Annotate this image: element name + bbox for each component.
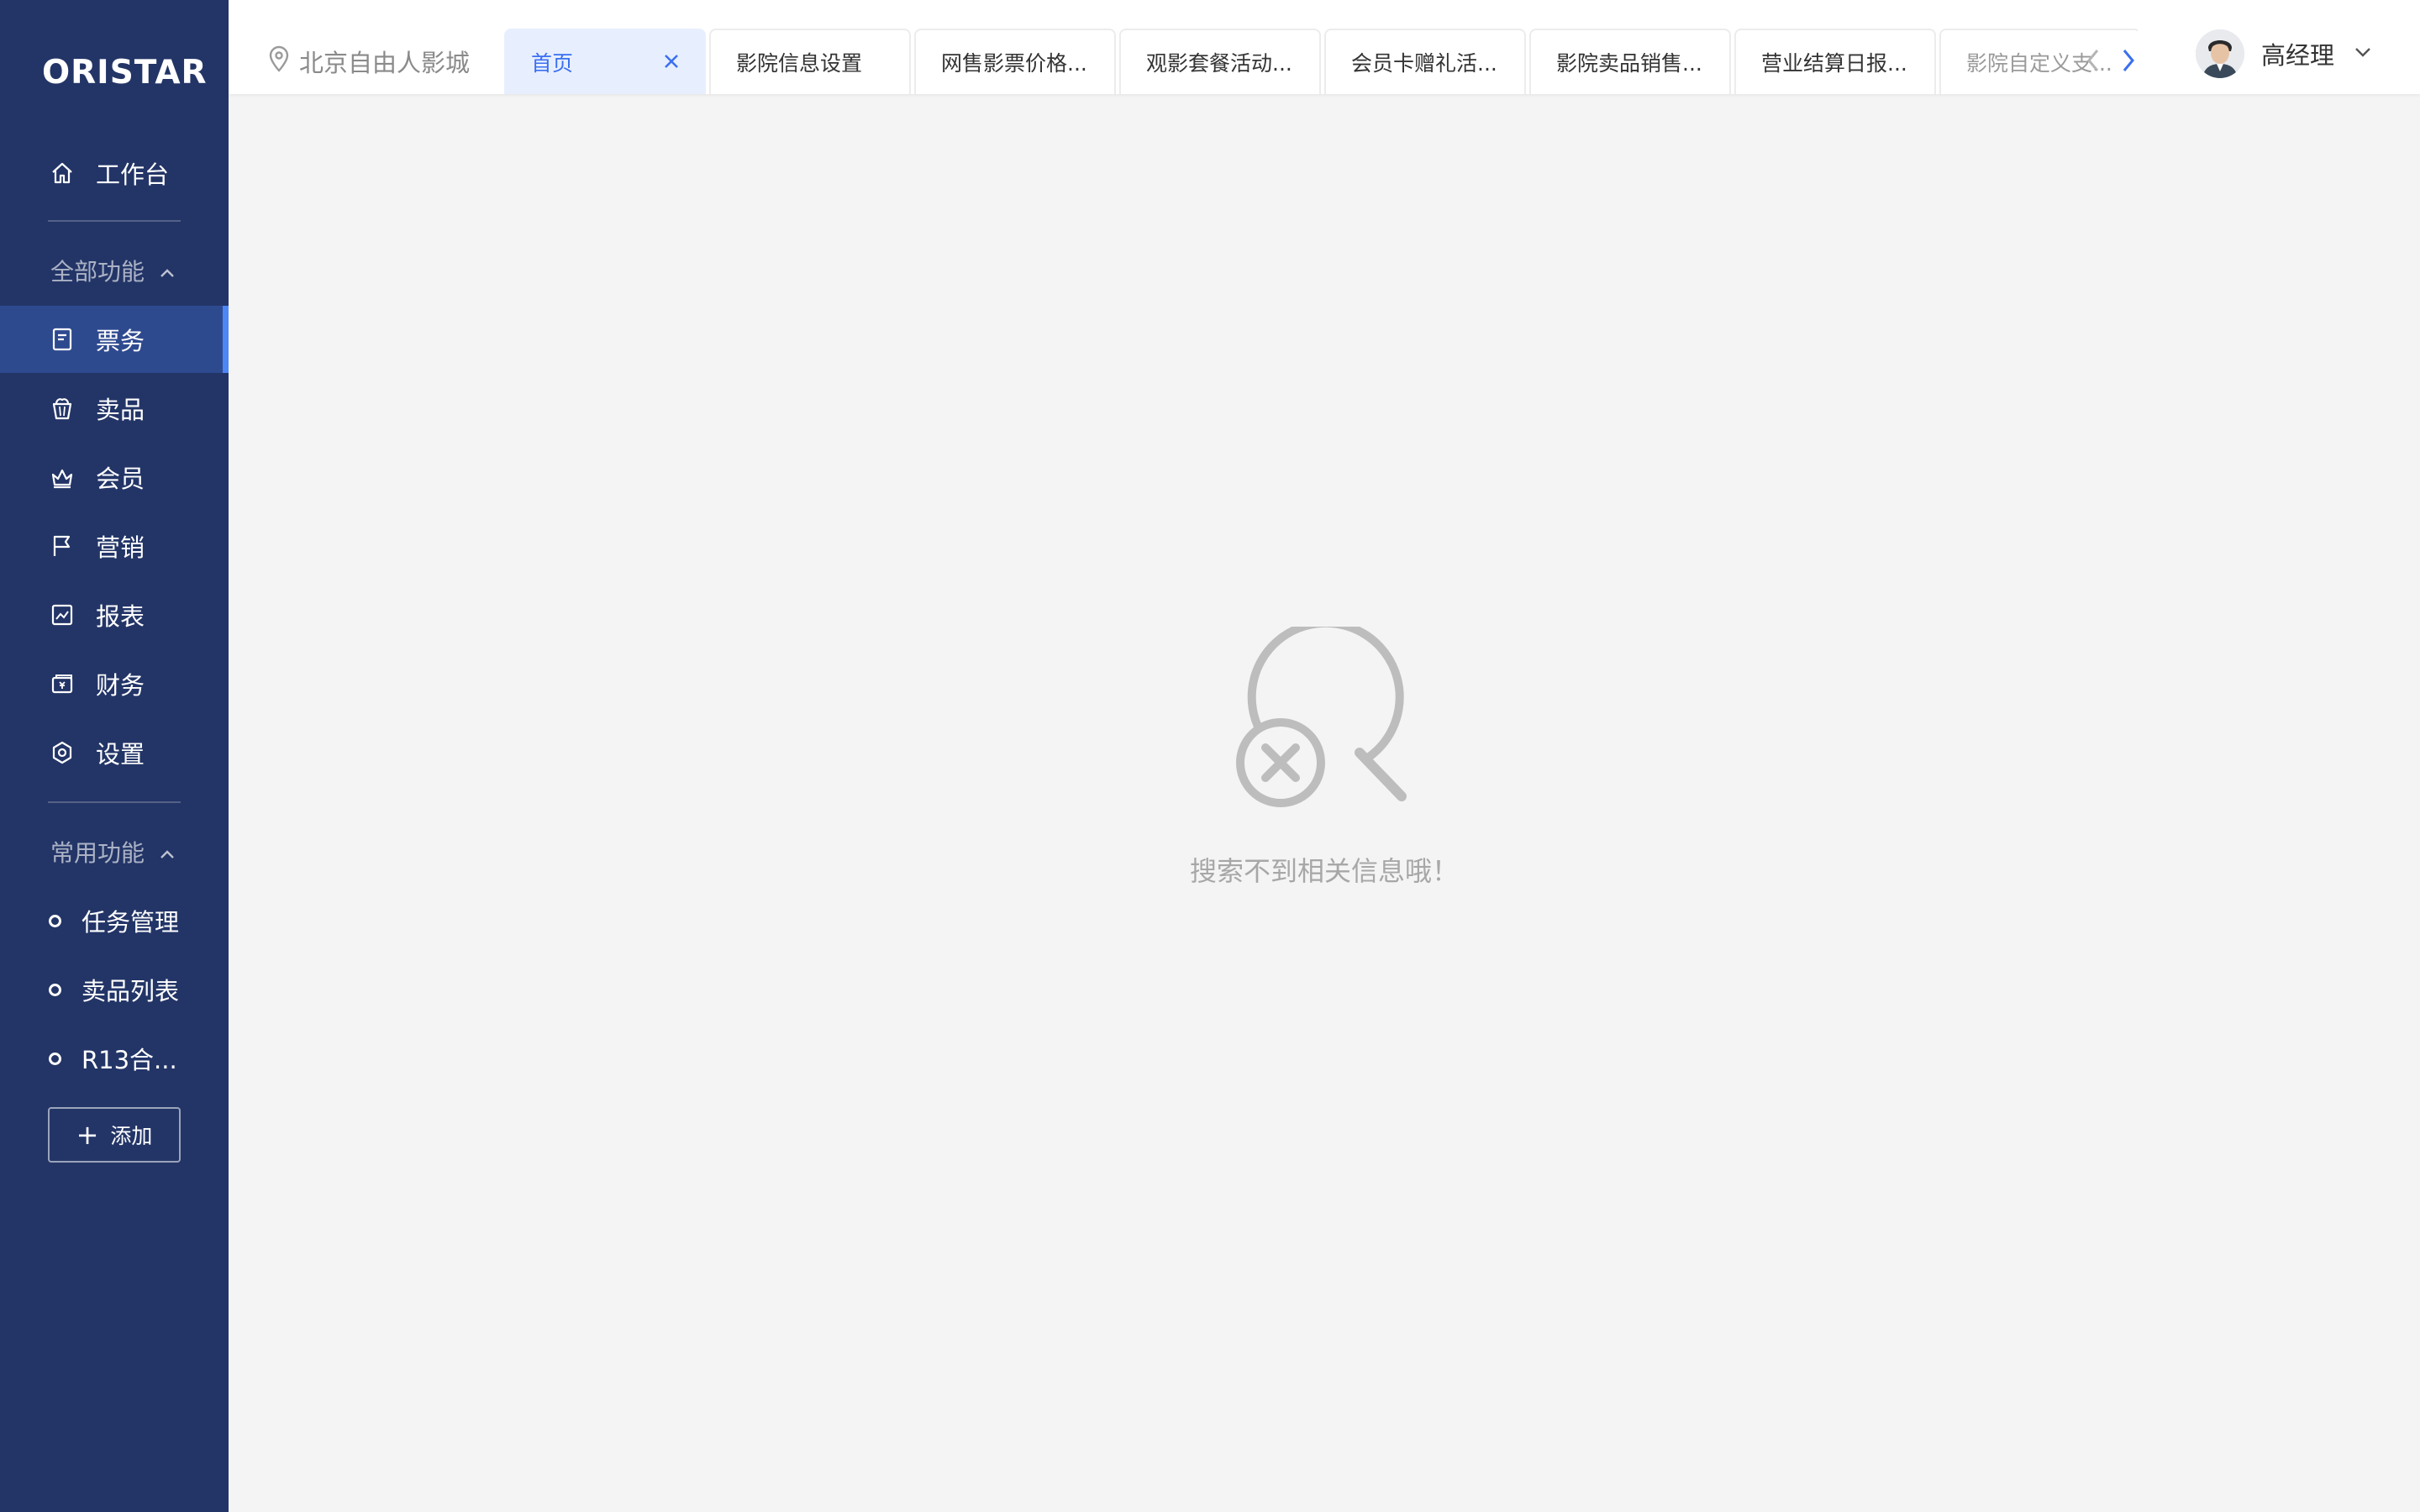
tab-daily-settlement-report[interactable]: 营业结算日报... xyxy=(1734,29,1936,94)
flag-icon xyxy=(49,533,76,559)
sidebar-item-workbench[interactable]: 工作台 xyxy=(0,139,229,207)
top-bar: 北京自由人影城 首页 影院信息设置 网售影票价格... 观影套餐活动... 会员… xyxy=(229,0,2420,94)
all-features-toggle[interactable]: 全部功能 xyxy=(50,245,202,296)
favorite-item-task-management[interactable]: 任务管理 xyxy=(49,895,179,946)
chevron-right-icon xyxy=(2123,50,2134,71)
sidebar-item-label: 营销 xyxy=(96,533,145,562)
close-icon[interactable] xyxy=(659,49,684,74)
page-tabs: 首页 影院信息设置 网售影票价格... 观影套餐活动... 会员卡赠礼活... … xyxy=(504,29,2138,94)
tab-label: 营业结算日报... xyxy=(1761,51,1907,76)
section-label: 常用功能 xyxy=(50,839,145,867)
tab-home[interactable]: 首页 xyxy=(504,29,706,94)
tab-cinema-info-settings[interactable]: 影院信息设置 xyxy=(709,29,911,94)
sidebar-item-label: 卖品 xyxy=(96,396,145,424)
sidebar-item-members[interactable]: 会员 xyxy=(0,444,229,511)
sidebar-item-finance[interactable]: 财务 xyxy=(0,650,229,717)
tab-online-ticket-price[interactable]: 网售影票价格... xyxy=(914,29,1116,94)
tab-label: 影院卖品销售... xyxy=(1556,51,1702,76)
sidebar-item-reports[interactable]: 报表 xyxy=(0,581,229,648)
sidebar-item-label: 工作台 xyxy=(96,160,170,189)
tab-label: 首页 xyxy=(531,51,574,76)
favorite-item-concession-list[interactable]: 卖品列表 xyxy=(49,964,179,1015)
gear-icon xyxy=(49,739,76,766)
chart-icon xyxy=(49,601,76,628)
user-name: 高经理 xyxy=(2260,41,2334,70)
sidebar-item-label: 财务 xyxy=(96,671,145,700)
favorite-label: 任务管理 xyxy=(82,908,180,937)
avatar xyxy=(2195,29,2244,78)
bullet-icon xyxy=(49,914,61,927)
main-content: 搜索不到相关信息哦！ xyxy=(229,94,2420,1512)
common-features-toggle[interactable]: 常用功能 xyxy=(50,827,202,877)
no-results-search-icon xyxy=(1234,618,1415,808)
sidebar-item-label: 会员 xyxy=(96,465,145,493)
section-label: 全部功能 xyxy=(50,258,145,286)
bullet-icon xyxy=(49,983,61,996)
location-pin-icon xyxy=(267,45,291,78)
sidebar-item-label: 设置 xyxy=(96,740,145,769)
favorite-item-r13[interactable]: R13合... xyxy=(49,1033,177,1084)
plus-icon: + xyxy=(76,1119,99,1151)
tab-label: 会员卡赠礼活... xyxy=(1351,51,1497,76)
sidebar-item-marketing[interactable]: 营销 xyxy=(0,512,229,580)
location-name: 北京自由人影城 xyxy=(299,49,471,77)
sidebar-item-ticketing[interactable]: 票务 xyxy=(0,306,229,373)
tab-member-card-gift[interactable]: 会员卡赠礼活... xyxy=(1324,29,1526,94)
empty-state-message: 搜索不到相关信息哦！ xyxy=(1189,855,1459,887)
chevron-down-icon xyxy=(2353,39,2373,68)
sidebar-item-concessions[interactable]: 卖品 xyxy=(0,375,229,442)
sidebar-divider xyxy=(48,220,181,222)
tab-movie-package-activity[interactable]: 观影套餐活动... xyxy=(1119,29,1321,94)
add-button-label: 添加 xyxy=(110,1124,153,1148)
favorite-label: 卖品列表 xyxy=(82,977,180,1005)
sidebar-item-label: 报表 xyxy=(96,602,145,631)
home-icon xyxy=(49,160,76,186)
ticket-icon xyxy=(49,326,76,353)
chevron-up-icon xyxy=(158,843,176,861)
tabs-scroll-right-button[interactable] xyxy=(2118,45,2139,76)
bullet-icon xyxy=(49,1052,61,1065)
user-menu[interactable]: 高经理 xyxy=(2195,29,2373,79)
chevron-left-icon xyxy=(2087,50,2099,71)
tab-label: 网售影票价格... xyxy=(941,51,1087,76)
tab-concession-sales[interactable]: 影院卖品销售... xyxy=(1529,29,1731,94)
sidebar-item-label: 票务 xyxy=(96,327,145,355)
sidebar-divider xyxy=(48,801,181,803)
crown-icon xyxy=(49,464,76,491)
sidebar: ORISTAR 工作台 全部功能 票务 卖品 会员 营销 报表 财务 设置 常用… xyxy=(0,0,229,1512)
tab-label: 观影套餐活动... xyxy=(1146,51,1292,76)
sidebar-item-settings[interactable]: 设置 xyxy=(0,719,229,786)
favorite-label: R13合... xyxy=(82,1046,177,1074)
tabs-scroll-left-button[interactable] xyxy=(2082,45,2104,76)
chevron-up-icon xyxy=(158,261,176,280)
add-favorite-button[interactable]: + 添加 xyxy=(48,1107,181,1163)
tab-custom-payment[interactable]: 影院自定义支... xyxy=(1939,29,2138,94)
tab-label: 影院信息设置 xyxy=(736,51,863,76)
cinema-location-selector[interactable]: 北京自由人影城 xyxy=(267,42,470,81)
finance-icon xyxy=(49,670,76,697)
popcorn-icon xyxy=(49,395,76,422)
oristar-logo: ORISTAR xyxy=(42,54,208,92)
